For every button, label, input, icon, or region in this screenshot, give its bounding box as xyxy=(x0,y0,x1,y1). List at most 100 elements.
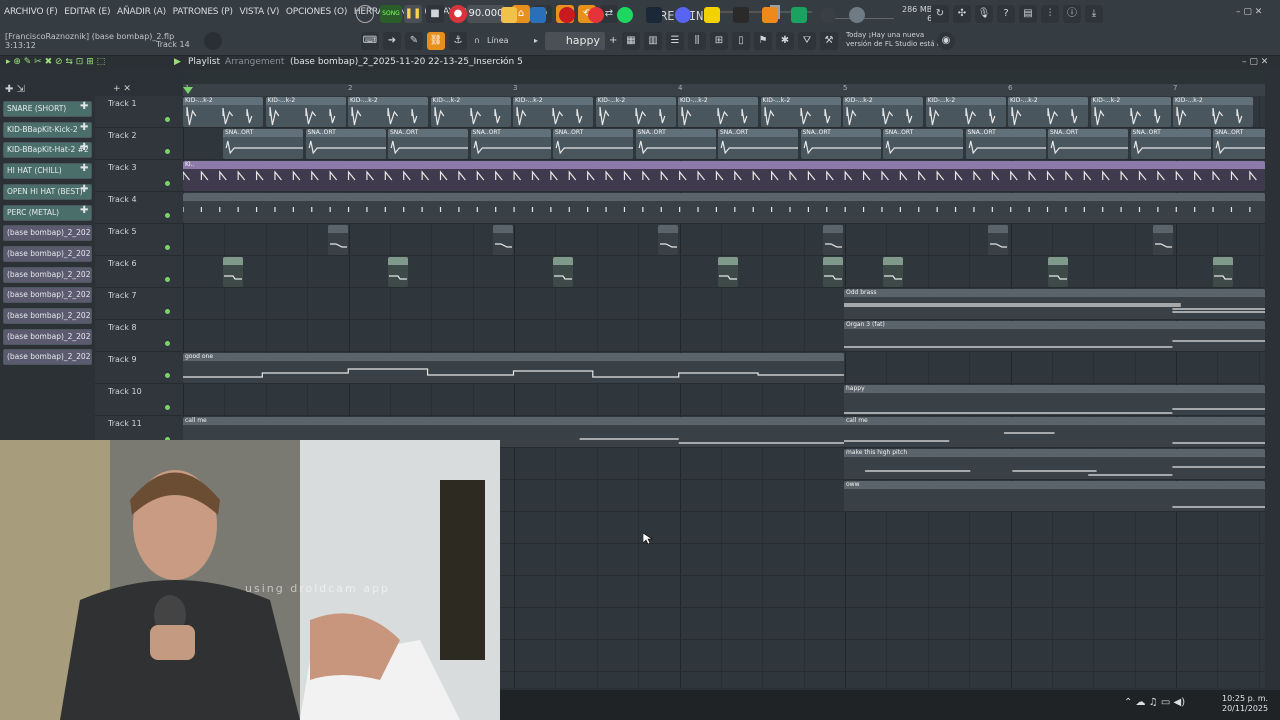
track-enable-dot[interactable] xyxy=(165,341,170,346)
playlist-clip[interactable] xyxy=(823,257,843,287)
playlist-clip[interactable]: KID-...k-2 xyxy=(183,97,263,127)
spotify-icon[interactable] xyxy=(617,7,633,23)
picker-item[interactable]: (base bombap)_2_2025-... xyxy=(3,308,92,324)
playlist-clip[interactable]: SNA..ORT xyxy=(223,129,303,159)
picker-item[interactable]: (base bombap)_2_2025-... xyxy=(3,287,92,304)
playlist-clip[interactable]: KID-...k-2 xyxy=(1173,97,1253,127)
system-clock[interactable]: 10:25 p. m. 20/11/2025 xyxy=(1222,694,1268,714)
track-header[interactable]: Track 7 xyxy=(95,288,183,320)
overview-strip[interactable] xyxy=(183,70,1265,84)
playlist-clip[interactable]: SNA..ORT xyxy=(635,129,716,159)
account-icon[interactable]: ◉ xyxy=(937,32,955,50)
piano-roll-icon[interactable]: ▥ xyxy=(644,32,662,50)
save-icon[interactable]: ▤ xyxy=(1019,5,1037,23)
download-icon[interactable]: ⤓ xyxy=(1085,5,1103,23)
playlist-clip[interactable]: KID-...k-2 xyxy=(430,97,511,127)
snap-selector[interactable]: Línea xyxy=(487,36,509,45)
recorder-icon[interactable] xyxy=(588,7,604,23)
menu-anadir[interactable]: AÑADIR (A) xyxy=(117,7,166,17)
picker-item[interactable]: (base bombap)_2_2025-... xyxy=(3,328,92,345)
playlist-clip[interactable]: KID-...k-2 xyxy=(595,97,676,127)
playlist-clip[interactable]: SNA..ORT xyxy=(1048,129,1128,159)
plugin-picker-icon[interactable]: ⚑ xyxy=(754,32,772,50)
notes-icon[interactable] xyxy=(704,7,720,23)
track-enable-dot[interactable] xyxy=(165,117,170,122)
playlist-clip[interactable]: SNA..ORT xyxy=(883,129,963,159)
cart-icon[interactable]: ⚒ xyxy=(820,32,838,50)
playlist-clip[interactable]: KID-...k-2 xyxy=(1090,97,1171,127)
playlist-clip[interactable]: KID-...k-2 xyxy=(678,97,758,127)
microphone-icon[interactable]: 🎙 xyxy=(975,5,993,23)
picker-item[interactable]: OPEN HI HAT (BEST) xyxy=(3,183,92,200)
browser-toolbar[interactable]: ✚ ⇲ xyxy=(5,84,25,95)
steam-icon[interactable] xyxy=(646,7,662,23)
playlist-clip[interactable]: KID-...k-2 xyxy=(265,97,346,127)
playlist-clip[interactable] xyxy=(183,193,1265,223)
refresh-icon[interactable]: ↻ xyxy=(931,5,949,23)
playlist-window-controls[interactable]: – ▢ ✕ xyxy=(1242,57,1268,67)
track-header[interactable]: Track 1 xyxy=(95,96,183,128)
playlist-clip[interactable]: KID-...k-2 xyxy=(760,97,841,127)
picker-item[interactable]: (base bombap)_2_2025-... xyxy=(3,245,92,262)
track-header[interactable]: Track 3 xyxy=(95,160,183,192)
picker-item[interactable]: PERC (METAL) xyxy=(3,204,92,221)
playlist-clip[interactable] xyxy=(658,225,678,255)
track-enable-dot[interactable] xyxy=(165,245,170,250)
add-track-icon[interactable]: + ✕ xyxy=(113,84,131,94)
playlist-clip[interactable]: Odd brass xyxy=(844,289,1265,319)
picker-add-icon[interactable]: ✚ xyxy=(80,142,88,153)
fl-studio-icon[interactable] xyxy=(762,7,778,23)
epic-games-icon[interactable] xyxy=(733,7,749,23)
playlist-clip[interactable] xyxy=(1213,257,1233,287)
picker-item[interactable]: (base bombap)_2_2025-... xyxy=(3,225,92,242)
settings-gear-icon[interactable] xyxy=(849,7,865,23)
track-enable-dot[interactable] xyxy=(165,213,170,218)
menu-opciones[interactable]: OPCIONES (O) xyxy=(286,7,347,17)
track-header[interactable]: Track 4 xyxy=(95,192,183,224)
picker-item[interactable]: KID-BBapKit-Kick-2 xyxy=(3,121,92,138)
playlist-mode[interactable]: Arrangement xyxy=(225,57,284,67)
track-enable-dot[interactable] xyxy=(165,373,170,378)
playlist-icon[interactable]: ▦ xyxy=(622,32,640,50)
playlist-clip[interactable] xyxy=(553,257,573,287)
picker-item[interactable]: SNARE (SHORT) xyxy=(3,101,92,117)
playlist-clip[interactable] xyxy=(718,257,738,287)
tag-icon[interactable]: ⛛ xyxy=(798,32,816,50)
menu-vista[interactable]: VISTA (V) xyxy=(240,7,280,17)
playlist-clip[interactable]: call me xyxy=(844,417,1265,447)
info-icon[interactable]: ⓘ xyxy=(1063,5,1081,23)
track-enable-dot[interactable] xyxy=(165,181,170,186)
cpu-meter-icon[interactable] xyxy=(356,5,374,23)
opera-icon[interactable] xyxy=(559,7,575,23)
playlist-clip[interactable] xyxy=(883,257,903,287)
playlist-clip[interactable] xyxy=(493,225,513,255)
playlist-clip[interactable]: SNA..ORT xyxy=(1130,129,1211,159)
picker-item[interactable]: (base bombap)_2_2025-... xyxy=(3,349,92,366)
file-explorer-icon[interactable] xyxy=(501,7,517,23)
playlist-play-icon[interactable]: ▶ xyxy=(174,57,181,67)
playlist-clip[interactable]: KID-...k-2 xyxy=(348,97,428,127)
playlist-clip[interactable]: SNA..ORT xyxy=(470,129,551,159)
track-enable-dot[interactable] xyxy=(165,149,170,154)
magnet-icon[interactable]: ∩ xyxy=(474,36,480,45)
tempo-display[interactable]: 90.000 xyxy=(467,5,505,23)
playlist-clip[interactable]: SNA..ORT xyxy=(305,129,386,159)
picker-item[interactable]: HI HAT (CHILL) xyxy=(3,163,92,180)
playlist-clip[interactable]: good one xyxy=(183,353,844,383)
menu-archivo[interactable]: ARCHIVO (F) xyxy=(4,7,58,17)
playlist-clip[interactable]: SNA..ORT xyxy=(800,129,881,159)
playlist-clip[interactable] xyxy=(328,225,348,255)
menu-editar[interactable]: EDITAR (E) xyxy=(64,7,110,17)
playhead-marker[interactable] xyxy=(183,87,193,94)
obs-icon[interactable] xyxy=(820,7,836,23)
help-icon[interactable]: ? xyxy=(997,5,1015,23)
timeline-ruler[interactable]: 1 2 3 4 5 6 7 xyxy=(183,84,1265,96)
window-controls[interactable]: – ▢ ✕ xyxy=(1236,7,1262,17)
playlist-clip[interactable]: SNA..ORT xyxy=(388,129,468,159)
picker-add-icon[interactable]: ✚ xyxy=(80,101,88,112)
playlist-clip[interactable] xyxy=(388,257,408,287)
track-header[interactable]: Track 9 xyxy=(95,352,183,384)
picker-item[interactable]: (base bombap)_2_2025-... xyxy=(3,266,92,283)
file-icon[interactable]: ▯ xyxy=(732,32,750,50)
playlist-clip[interactable]: KID-...k-2 xyxy=(925,97,1006,127)
